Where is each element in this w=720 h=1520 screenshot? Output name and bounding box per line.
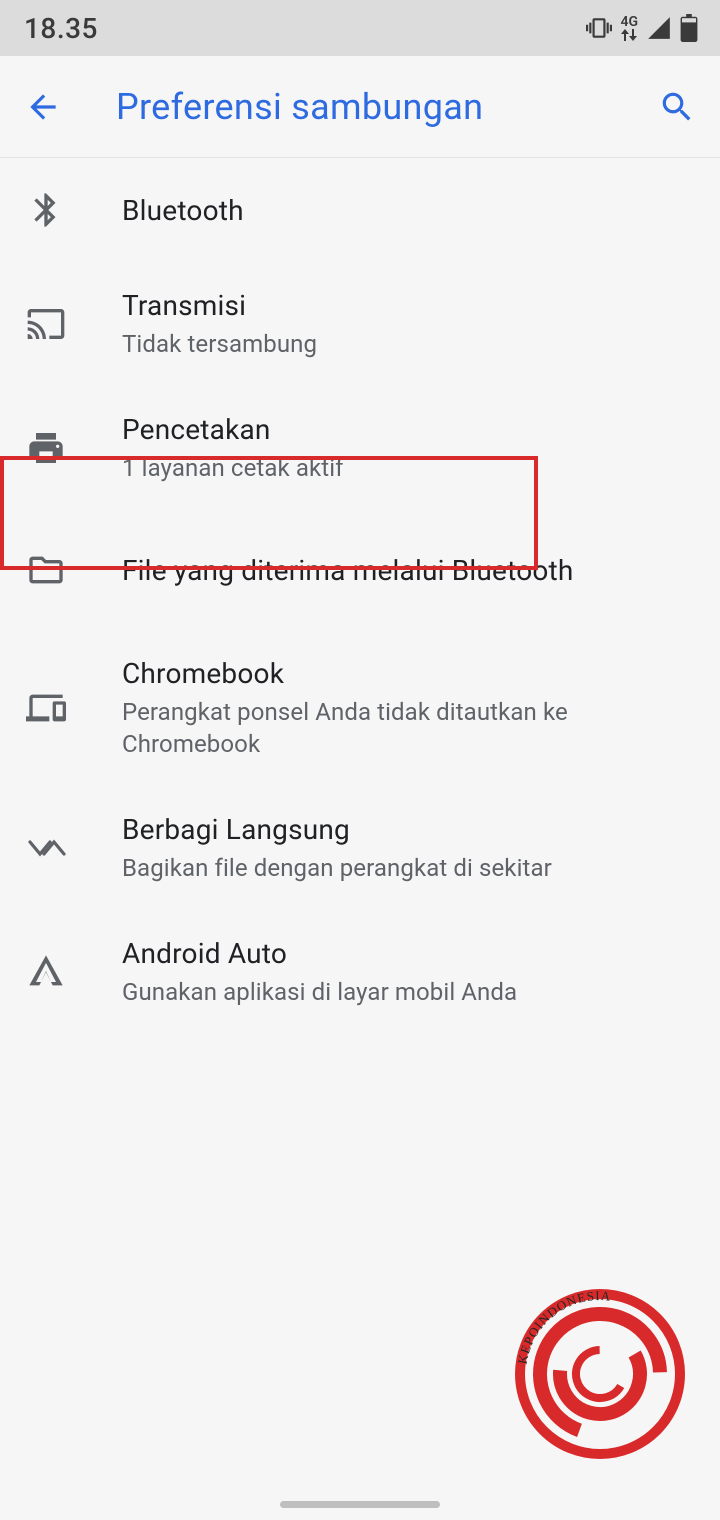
item-printing[interactable]: Pencetakan 1 layanan cetak aktif <box>0 386 720 510</box>
vibrate-icon <box>586 15 612 41</box>
network-type-label: 4G <box>620 15 638 29</box>
back-button[interactable] <box>24 88 72 126</box>
status-icons-right: 4G <box>586 14 698 42</box>
nearby-share-icon <box>26 834 82 862</box>
watermark: KEPOINDONESIA <box>510 1284 690 1464</box>
navigation-pill[interactable] <box>280 1501 440 1508</box>
battery-icon <box>680 14 698 42</box>
search-icon <box>658 88 696 126</box>
status-time: 18.35 <box>24 12 98 45</box>
item-title: Android Auto <box>122 936 696 971</box>
item-subtitle: 1 layanan cetak aktif <box>122 453 696 484</box>
settings-list: Bluetooth Transmisi Tidak tersambung Pen… <box>0 158 720 1034</box>
status-bar: 18.35 4G <box>0 0 720 56</box>
item-chromebook[interactable]: Chromebook Perangkat ponsel Anda tidak d… <box>0 630 720 785</box>
item-android-auto[interactable]: Android Auto Gunakan aplikasi di layar m… <box>0 910 720 1034</box>
devices-icon <box>26 688 82 728</box>
signal-icon <box>646 15 672 41</box>
item-bluetooth-files[interactable]: File yang diterima melalui Bluetooth <box>0 510 720 630</box>
item-title: File yang diterima melalui Bluetooth <box>122 553 696 588</box>
page-title: Preferensi sambungan <box>116 86 648 128</box>
item-title: Chromebook <box>122 656 696 691</box>
item-title: Berbagi Langsung <box>122 812 696 847</box>
item-subtitle: Gunakan aplikasi di layar mobil Anda <box>122 977 696 1008</box>
app-bar: Preferensi sambungan <box>0 56 720 158</box>
item-title: Pencetakan <box>122 412 696 447</box>
arrow-back-icon <box>24 88 62 126</box>
item-subtitle: Perangkat ponsel Anda tidak ditautkan ke… <box>122 697 696 759</box>
search-button[interactable] <box>648 88 696 126</box>
cast-icon <box>26 304 82 344</box>
item-nearby-share[interactable]: Berbagi Langsung Bagikan file dengan per… <box>0 786 720 910</box>
item-bluetooth[interactable]: Bluetooth <box>0 158 720 262</box>
item-title: Transmisi <box>122 288 696 323</box>
item-title: Bluetooth <box>122 193 696 228</box>
print-icon <box>26 428 82 468</box>
android-auto-icon <box>26 952 82 992</box>
data-arrows-icon <box>621 29 637 41</box>
folder-icon <box>26 550 82 590</box>
item-cast[interactable]: Transmisi Tidak tersambung <box>0 262 720 386</box>
item-subtitle: Bagikan file dengan perangkat di sekitar <box>122 853 696 884</box>
item-subtitle: Tidak tersambung <box>122 329 696 360</box>
bluetooth-icon <box>26 190 82 230</box>
